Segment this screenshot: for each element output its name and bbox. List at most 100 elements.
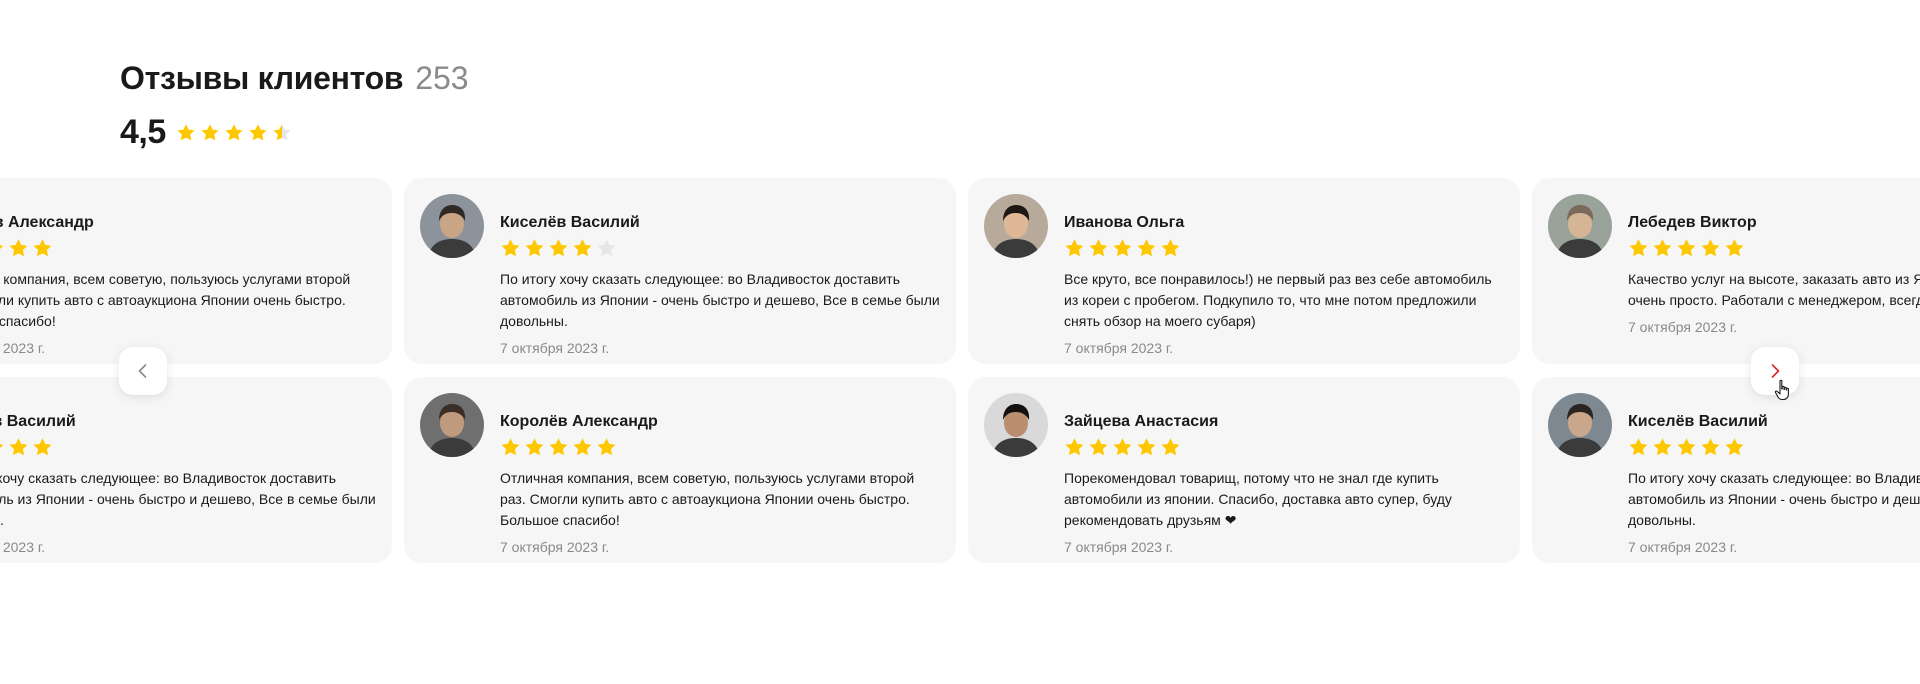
review-stars bbox=[1628, 238, 1920, 259]
reviewer-name: Королёв Александр bbox=[0, 214, 94, 231]
review-text: Качество услуг на высоте, заказать авто … bbox=[1628, 271, 1920, 308]
star-icon bbox=[248, 123, 268, 143]
chevron-right-icon bbox=[1771, 364, 1780, 378]
avatar bbox=[1548, 393, 1612, 457]
review-date: 7 октября 2023 г. bbox=[1628, 319, 1738, 335]
reviewer-name: Зайцева Анастасия bbox=[1064, 413, 1219, 430]
avatar bbox=[984, 194, 1048, 258]
reviewer-name: Иванова Ольга bbox=[1064, 214, 1185, 231]
title-row: Отзывы клиентов 253 bbox=[120, 60, 469, 97]
review-stars bbox=[1064, 238, 1504, 259]
review-date: 7 октября 2023 г. bbox=[500, 340, 610, 356]
carousel-prev-button[interactable] bbox=[119, 347, 167, 395]
star-icon bbox=[0, 238, 5, 259]
reviewer-name: Киселёв Василий bbox=[500, 214, 640, 231]
section-title: Отзывы клиентов bbox=[120, 60, 404, 96]
star-icon bbox=[1676, 437, 1697, 458]
avatar bbox=[1548, 194, 1612, 258]
review-text: По итогу хочу сказать следующее: во Влад… bbox=[1628, 470, 1920, 528]
reviews-carousel: Королёв Александр Отличная компания, все… bbox=[0, 178, 1920, 566]
star-icon bbox=[548, 437, 569, 458]
star-icon bbox=[32, 238, 53, 259]
star-icon bbox=[1136, 437, 1157, 458]
star-icon bbox=[500, 238, 521, 259]
avatar bbox=[420, 393, 484, 457]
star-icon bbox=[548, 238, 569, 259]
star-icon bbox=[1700, 238, 1721, 259]
review-date: 7 октября 2023 г. bbox=[500, 539, 610, 555]
star-icon bbox=[1136, 238, 1157, 259]
user-avatar-icon bbox=[984, 194, 1048, 258]
star-icon bbox=[200, 123, 220, 143]
user-avatar-icon bbox=[984, 393, 1048, 457]
star-icon bbox=[1160, 437, 1181, 458]
star-icon bbox=[1700, 437, 1721, 458]
user-avatar-icon bbox=[420, 194, 484, 258]
average-rating-stars bbox=[176, 123, 292, 143]
review-card: Зайцева Анастасия Порекомендовал товарищ… bbox=[968, 377, 1520, 563]
review-text: Все круто, все понравилось!) не первый р… bbox=[1064, 271, 1492, 329]
review-stars bbox=[1064, 437, 1504, 458]
user-avatar-icon bbox=[420, 393, 484, 457]
review-stars bbox=[500, 437, 940, 458]
star-icon bbox=[572, 437, 593, 458]
star-icon bbox=[1064, 238, 1085, 259]
review-stars bbox=[0, 238, 376, 259]
star-icon bbox=[1628, 437, 1649, 458]
star-icon bbox=[1112, 437, 1133, 458]
chevron-left-icon bbox=[138, 364, 147, 378]
star-icon bbox=[1652, 437, 1673, 458]
review-stars bbox=[1628, 437, 1920, 458]
review-date: 7 октября 2023 г. bbox=[0, 539, 46, 555]
review-card: Киселёв Василий По итогу хочу сказать сл… bbox=[404, 178, 956, 364]
review-text: Порекомендовал товарищ, потому что не зн… bbox=[1064, 470, 1452, 528]
review-card: Королёв Александр Отличная компания, все… bbox=[404, 377, 956, 563]
reviewer-name: Киселёв Василий bbox=[0, 413, 76, 430]
average-rating: 4,5 bbox=[120, 113, 166, 151]
star-icon bbox=[596, 437, 617, 458]
star-icon bbox=[176, 123, 196, 143]
star-icon bbox=[596, 238, 617, 259]
star-icon bbox=[572, 238, 593, 259]
review-text: Отличная компания, всем советую, пользую… bbox=[500, 470, 915, 528]
star-icon bbox=[224, 123, 244, 143]
reviewer-name: Лебедев Виктор bbox=[1628, 214, 1757, 231]
star-icon bbox=[1088, 437, 1109, 458]
user-avatar-icon bbox=[1548, 393, 1612, 457]
star-icon bbox=[524, 437, 545, 458]
reviews-track: Королёв Александр Отличная компания, все… bbox=[0, 178, 1920, 563]
review-date: 7 октября 2023 г. bbox=[1628, 539, 1738, 555]
star-icon bbox=[1628, 238, 1649, 259]
review-stars bbox=[0, 437, 376, 458]
star-icon bbox=[500, 437, 521, 458]
reviews-section: Отзывы клиентов 253 4,5 Королёв Александ… bbox=[0, 0, 1920, 684]
reviews-count: 253 bbox=[415, 60, 469, 96]
review-date: 7 октября 2023 г. bbox=[1064, 539, 1174, 555]
user-avatar-icon bbox=[1548, 194, 1612, 258]
review-card: Киселёв Василий По итогу хочу сказать сл… bbox=[1532, 377, 1920, 563]
review-text: Отличная компания, всем советую, пользую… bbox=[0, 271, 351, 329]
star-icon bbox=[1676, 238, 1697, 259]
reviews-header: Отзывы клиентов 253 4,5 bbox=[120, 60, 469, 152]
star-icon bbox=[272, 123, 292, 143]
star-icon bbox=[1112, 238, 1133, 259]
star-icon bbox=[524, 238, 545, 259]
star-icon bbox=[1652, 238, 1673, 259]
star-icon bbox=[32, 437, 53, 458]
review-card: Киселёв Василий По итогу хочу сказать сл… bbox=[0, 377, 392, 563]
star-icon bbox=[1088, 238, 1109, 259]
reviewer-name: Киселёв Василий bbox=[1628, 413, 1768, 430]
review-text: По итогу хочу сказать следующее: во Влад… bbox=[500, 271, 940, 329]
review-card: Королёв Александр Отличная компания, все… bbox=[0, 178, 392, 364]
star-icon bbox=[1724, 238, 1745, 259]
star-icon bbox=[8, 238, 29, 259]
avatar bbox=[420, 194, 484, 258]
review-card: Иванова Ольга Все круто, все понравилось… bbox=[968, 178, 1520, 364]
review-date: 7 октября 2023 г. bbox=[1064, 340, 1174, 356]
star-icon bbox=[8, 437, 29, 458]
star-icon bbox=[1160, 238, 1181, 259]
review-text: По итогу хочу сказать следующее: во Влад… bbox=[0, 470, 376, 528]
rating-row: 4,5 bbox=[120, 113, 469, 152]
review-stars bbox=[500, 238, 940, 259]
review-card: Лебедев Виктор Качество услуг на высоте,… bbox=[1532, 178, 1920, 364]
